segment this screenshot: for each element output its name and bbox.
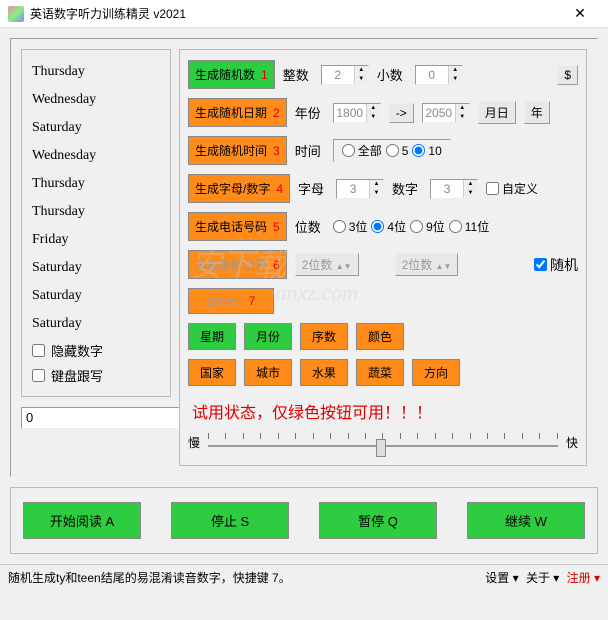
day-item: Saturday <box>32 282 160 310</box>
category-button[interactable]: 水果 <box>300 359 348 386</box>
day-item: Saturday <box>32 114 160 142</box>
arith-right-button[interactable]: 2位数 ▲▼ <box>395 253 459 276</box>
day-item: Thursday <box>32 198 160 226</box>
register-menu[interactable]: 注册 ▾ <box>567 571 600 585</box>
arith-left-button[interactable]: 2位数 ▲▼ <box>295 253 359 276</box>
trial-notice: 试用状态，仅绿色按钮可用！！！ <box>188 395 578 429</box>
digits-4-radio[interactable] <box>371 220 384 233</box>
time-10-radio[interactable] <box>412 144 425 157</box>
gen-letter-digit-button[interactable]: 生成字母/数字4 <box>188 174 290 203</box>
window-title: 英语数字听力训练精灵 v2021 <box>30 5 560 22</box>
time-all-radio[interactable] <box>342 144 355 157</box>
app-icon <box>8 6 24 22</box>
category-button[interactable]: 颜色 <box>356 323 404 350</box>
year-to-spinner[interactable]: ▲▼ <box>422 103 470 123</box>
close-button[interactable]: ✕ <box>560 5 600 22</box>
category-button[interactable]: 蔬菜 <box>356 359 404 386</box>
digits-11-radio[interactable] <box>449 220 462 233</box>
hide-numbers-label: 隐藏数字 <box>51 341 103 360</box>
year-button[interactable]: 年 <box>524 101 550 124</box>
category-button[interactable]: 国家 <box>188 359 236 386</box>
category-button[interactable]: 月份 <box>244 323 292 350</box>
gen-random-number-button[interactable]: 生成随机数1 <box>188 60 275 89</box>
keyboard-follow-label: 键盘跟写 <box>51 366 103 385</box>
start-read-button[interactable]: 开始阅读 A <box>23 502 141 539</box>
settings-menu[interactable]: 设置 ▾ <box>485 571 518 585</box>
category-button[interactable]: 序数 <box>300 323 348 350</box>
status-text: 随机生成ty和teen结尾的易混淆读音数字，快捷键 7。 <box>8 569 481 586</box>
day-item: Thursday <box>32 58 160 86</box>
year-from-spinner[interactable]: ▲▼ <box>333 103 381 123</box>
random-checkbox[interactable] <box>534 258 547 271</box>
integer-spinner[interactable]: ▲▼ <box>321 65 369 85</box>
day-item: Wednesday <box>32 142 160 170</box>
letter-spinner[interactable]: ▲▼ <box>336 179 384 199</box>
day-item: Thursday <box>32 170 160 198</box>
month-day-button[interactable]: 月日 <box>478 101 516 124</box>
fast-label: 快 <box>566 434 578 451</box>
gen-phone-button[interactable]: 生成电话号码5 <box>188 212 287 241</box>
ty-teen-button[interactable]: ty/teen7 <box>188 288 274 314</box>
continue-button[interactable]: 继续 W <box>467 502 585 539</box>
time-5-radio[interactable] <box>386 144 399 157</box>
category-button[interactable]: 星期 <box>188 323 236 350</box>
keyboard-follow-checkbox[interactable] <box>32 369 45 382</box>
gen-random-time-button[interactable]: 生成随机时间3 <box>188 136 287 165</box>
custom-checkbox[interactable] <box>486 182 499 195</box>
year-arrow-button[interactable]: -> <box>389 103 414 123</box>
slow-label: 慢 <box>188 434 200 451</box>
category-button[interactable]: 方向 <box>412 359 460 386</box>
day-item: Friday <box>32 226 160 254</box>
category-button[interactable]: 城市 <box>244 359 292 386</box>
dollar-button[interactable]: $ <box>557 65 578 85</box>
digits-3-radio[interactable] <box>333 220 346 233</box>
gen-arithmetic-button[interactable]: 加减乘除运算6 <box>188 250 287 279</box>
hide-numbers-checkbox[interactable] <box>32 344 45 357</box>
day-item: Saturday <box>32 254 160 282</box>
days-list: ThursdayWednesdaySaturdayWednesdayThursd… <box>21 49 171 397</box>
gen-random-date-button[interactable]: 生成随机日期2 <box>188 98 287 127</box>
about-menu[interactable]: 关于 ▾ <box>526 571 559 585</box>
digit-spinner[interactable]: ▲▼ <box>430 179 478 199</box>
speed-slider[interactable] <box>208 429 558 455</box>
decimal-spinner[interactable]: ▲▼ <box>415 65 463 85</box>
digits-9-radio[interactable] <box>410 220 423 233</box>
day-item: Saturday <box>32 310 160 338</box>
day-item: Wednesday <box>32 86 160 114</box>
stop-button[interactable]: 停止 S <box>171 502 289 539</box>
pause-button[interactable]: 暂停 Q <box>319 502 437 539</box>
